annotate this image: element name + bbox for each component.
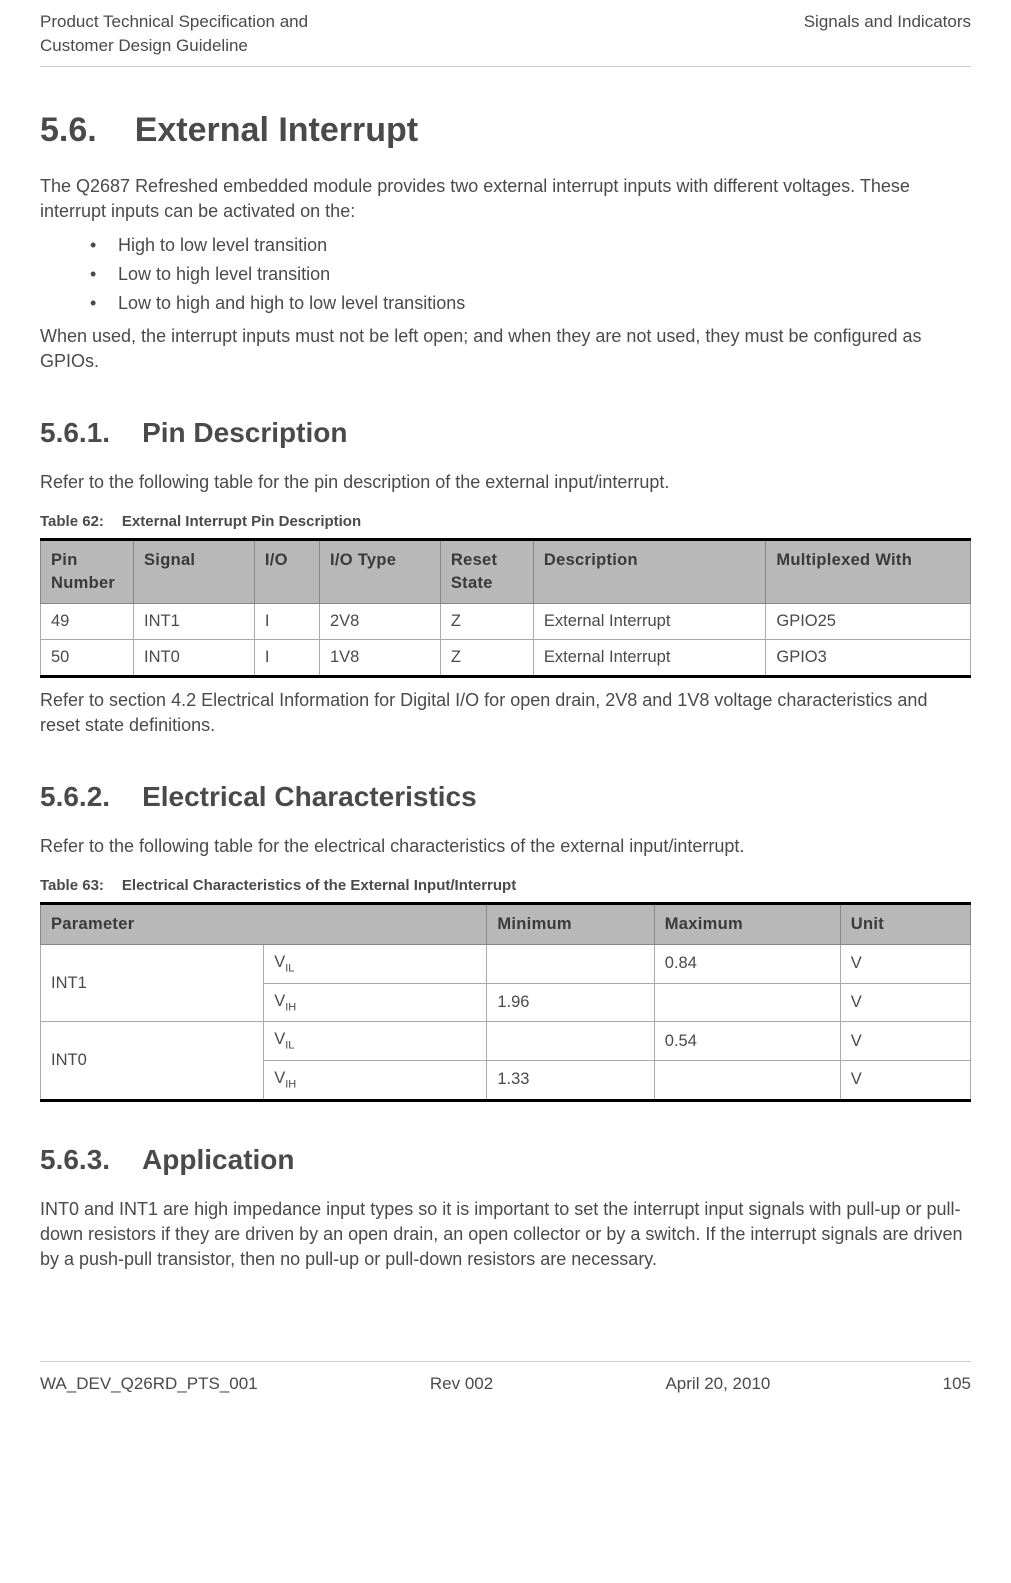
table-cell-param: VIL bbox=[264, 945, 487, 984]
section-title: Application bbox=[142, 1144, 294, 1175]
table-63-caption: Table 63: Electrical Characteristics of t… bbox=[40, 875, 971, 896]
bullet-item: Low to high level transition bbox=[90, 262, 971, 287]
header-left: Product Technical Specification and Cust… bbox=[40, 10, 308, 58]
section-5-6-after: When used, the interrupt inputs must not… bbox=[40, 324, 971, 374]
section-5-6-2-heading: 5.6.2. Electrical Characteristics bbox=[40, 777, 971, 816]
table-cell bbox=[487, 945, 654, 984]
table-cell-group: INT1 bbox=[41, 945, 264, 1022]
page-content: 5.6. External Interrupt The Q2687 Refresh… bbox=[40, 67, 971, 1361]
table-header: Unit bbox=[840, 904, 970, 945]
table-header: Minimum bbox=[487, 904, 654, 945]
footer-doc-id: WA_DEV_Q26RD_PTS_001 bbox=[40, 1372, 258, 1396]
section-5-6-intro: The Q2687 Refreshed embedded module prov… bbox=[40, 174, 971, 224]
table-header: Multiplexed With bbox=[766, 539, 971, 603]
section-5-6-1-heading: 5.6.1. Pin Description bbox=[40, 413, 971, 452]
table-cell: I bbox=[254, 604, 319, 640]
header-title-line2: Customer Design Guideline bbox=[40, 34, 308, 58]
table-caption-number: Table 63: bbox=[40, 875, 104, 896]
section-number: 5.6.1. bbox=[40, 413, 110, 452]
table-row: INT0 VIL 0.54 V bbox=[41, 1022, 971, 1061]
table-header: Pin Number bbox=[41, 539, 134, 603]
section-title: Pin Description bbox=[142, 417, 347, 448]
table-cell-param: VIH bbox=[264, 1061, 487, 1101]
table-cell: I bbox=[254, 640, 319, 677]
table-cell: 1.96 bbox=[487, 983, 654, 1022]
table-cell bbox=[654, 983, 840, 1022]
table-62-caption: Table 62: External Interrupt Pin Descript… bbox=[40, 511, 971, 532]
table-header: Description bbox=[533, 539, 766, 603]
table-caption-title: Electrical Characteristics of the Extern… bbox=[122, 877, 516, 894]
table-63: Parameter Minimum Maximum Unit INT1 VIL … bbox=[40, 902, 971, 1102]
table-cell-param: VIL bbox=[264, 1022, 487, 1061]
table-cell: 50 bbox=[41, 640, 134, 677]
table-header: I/O bbox=[254, 539, 319, 603]
table-header: Parameter bbox=[41, 904, 487, 945]
table-cell: 1V8 bbox=[319, 640, 440, 677]
section-title: Electrical Characteristics bbox=[142, 781, 477, 812]
section-title: External Interrupt bbox=[135, 111, 418, 149]
table-cell: GPIO25 bbox=[766, 604, 971, 640]
table-cell: 49 bbox=[41, 604, 134, 640]
footer-page: 105 bbox=[943, 1372, 971, 1396]
table-cell-group: INT0 bbox=[41, 1022, 264, 1100]
table-cell: External Interrupt bbox=[533, 604, 766, 640]
bullet-item: High to low level transition bbox=[90, 233, 971, 258]
table-cell: GPIO3 bbox=[766, 640, 971, 677]
page-footer: WA_DEV_Q26RD_PTS_001 Rev 002 April 20, 2… bbox=[40, 1361, 971, 1416]
page-header: Product Technical Specification and Cust… bbox=[40, 0, 971, 67]
table-row: 50 INT0 I 1V8 Z External Interrupt GPIO3 bbox=[41, 640, 971, 677]
table-header: Signal bbox=[134, 539, 255, 603]
table-caption-number: Table 62: bbox=[40, 511, 104, 532]
table-cell: 1.33 bbox=[487, 1061, 654, 1101]
section-5-6-1-after: Refer to section 4.2 Electrical Informat… bbox=[40, 688, 971, 738]
section-5-6-bullets: High to low level transition Low to high… bbox=[90, 233, 971, 317]
table-cell: INT1 bbox=[134, 604, 255, 640]
table-cell bbox=[654, 1061, 840, 1101]
section-5-6-3-heading: 5.6.3. Application bbox=[40, 1140, 971, 1179]
table-cell: V bbox=[840, 1022, 970, 1061]
table-cell bbox=[487, 1022, 654, 1061]
section-number: 5.6. bbox=[40, 107, 97, 155]
table-cell: 0.84 bbox=[654, 945, 840, 984]
table-header: Reset State bbox=[440, 539, 533, 603]
footer-rev: Rev 002 bbox=[430, 1372, 493, 1396]
table-cell: Z bbox=[440, 640, 533, 677]
header-right: Signals and Indicators bbox=[804, 10, 971, 58]
bullet-item: Low to high and high to low level transi… bbox=[90, 291, 971, 316]
section-5-6-heading: 5.6. External Interrupt bbox=[40, 107, 971, 155]
table-row: 49 INT1 I 2V8 Z External Interrupt GPIO2… bbox=[41, 604, 971, 640]
table-cell-param: VIH bbox=[264, 983, 487, 1022]
table-header: I/O Type bbox=[319, 539, 440, 603]
table-header: Maximum bbox=[654, 904, 840, 945]
header-title-line1: Product Technical Specification and bbox=[40, 10, 308, 34]
section-5-6-3-body: INT0 and INT1 are high impedance input t… bbox=[40, 1197, 971, 1273]
footer-date: April 20, 2010 bbox=[665, 1372, 770, 1396]
section-number: 5.6.2. bbox=[40, 777, 110, 816]
table-caption-title: External Interrupt Pin Description bbox=[122, 513, 361, 530]
section-5-6-1-intro: Refer to the following table for the pin… bbox=[40, 470, 971, 495]
section-5-6-2-intro: Refer to the following table for the ele… bbox=[40, 834, 971, 859]
table-cell: External Interrupt bbox=[533, 640, 766, 677]
table-cell: INT0 bbox=[134, 640, 255, 677]
table-cell: V bbox=[840, 983, 970, 1022]
table-62: Pin Number Signal I/O I/O Type Reset Sta… bbox=[40, 538, 971, 678]
table-cell: 0.54 bbox=[654, 1022, 840, 1061]
table-cell: V bbox=[840, 1061, 970, 1101]
section-number: 5.6.3. bbox=[40, 1140, 110, 1179]
table-cell: 2V8 bbox=[319, 604, 440, 640]
table-row: INT1 VIL 0.84 V bbox=[41, 945, 971, 984]
table-cell: V bbox=[840, 945, 970, 984]
table-cell: Z bbox=[440, 604, 533, 640]
